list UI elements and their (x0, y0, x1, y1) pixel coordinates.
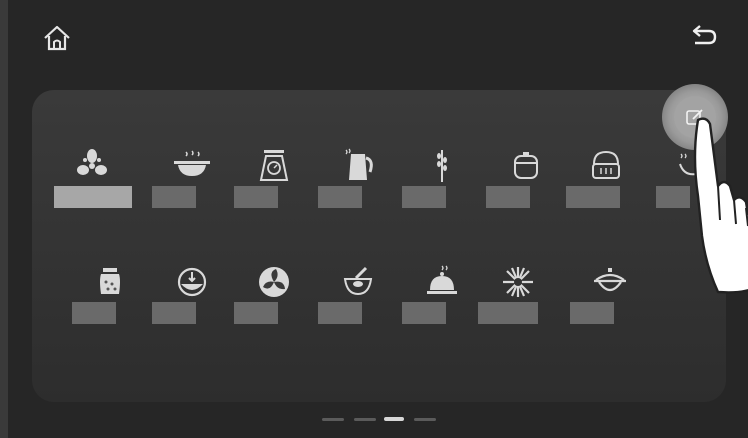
program-label (152, 186, 196, 208)
rice-cooker-icon (514, 152, 538, 179)
program-label (402, 186, 446, 208)
program-tile-cloche[interactable] (402, 262, 482, 372)
back-button[interactable] (686, 20, 722, 52)
program-tile-jar[interactable] (70, 262, 150, 372)
program-label (570, 302, 614, 324)
program-label (402, 302, 446, 324)
screen (0, 0, 748, 438)
program-label (54, 186, 132, 208)
kitchen-scale-icon (259, 150, 289, 181)
pot-lid-icon (594, 268, 626, 292)
program-tile-rice-cooker[interactable] (486, 146, 566, 256)
program-tile-pot-lid[interactable] (570, 262, 650, 372)
program-label (566, 186, 620, 208)
program-tile-wheat[interactable] (402, 146, 482, 256)
back-arrow-icon (692, 25, 717, 45)
program-label (656, 186, 690, 208)
page-dot-active[interactable] (384, 417, 404, 421)
program-label (486, 186, 530, 208)
page-dot[interactable] (322, 418, 344, 421)
wheat-icon (437, 150, 447, 182)
hand-pointer-icon (693, 117, 748, 294)
program-label (318, 302, 362, 324)
program-tile-timer-dial[interactable] (152, 262, 232, 372)
left-edge (0, 0, 8, 438)
program-tile-steaming-pan[interactable] (152, 146, 232, 256)
kettle-icon (345, 148, 373, 180)
program-tile-mortar[interactable] (318, 262, 398, 372)
mortar-icon (343, 266, 373, 296)
program-label (234, 186, 278, 208)
page-dot[interactable] (354, 418, 376, 421)
home-button[interactable] (40, 22, 74, 54)
jar-icon (100, 268, 120, 294)
program-tile-kettle[interactable] (318, 146, 398, 256)
page-dot[interactable] (414, 418, 436, 421)
program-label (72, 302, 116, 324)
program-tile-basket[interactable] (566, 146, 646, 256)
basket-icon (592, 150, 620, 179)
fan-icon (77, 149, 107, 175)
sunburst-icon (503, 267, 533, 297)
program-tile-sunburst[interactable] (478, 262, 558, 372)
program-tile-kitchen-scale[interactable] (234, 146, 314, 256)
steaming-pan-icon (174, 150, 210, 176)
turbine-icon (259, 267, 289, 297)
program-label (152, 302, 196, 324)
cloche-icon (427, 265, 457, 294)
program-label (234, 302, 278, 324)
timer-dial-icon (177, 267, 207, 297)
home-icon (44, 25, 70, 51)
page-indicator (322, 417, 442, 424)
program-tile-turbine[interactable] (234, 262, 314, 372)
program-label (478, 302, 538, 324)
program-label (318, 186, 362, 208)
program-tile-fan[interactable] (52, 146, 132, 256)
